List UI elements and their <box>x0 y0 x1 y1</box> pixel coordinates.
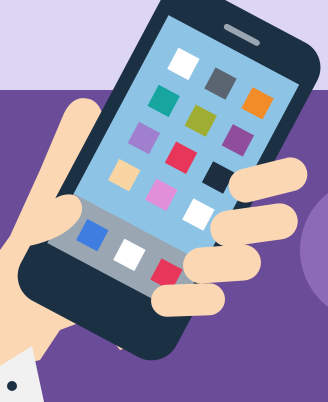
finger-4 <box>151 283 225 317</box>
finger-3 <box>183 244 261 284</box>
hand-holding-phone-illustration <box>0 0 328 402</box>
sleeve-button <box>7 381 17 391</box>
